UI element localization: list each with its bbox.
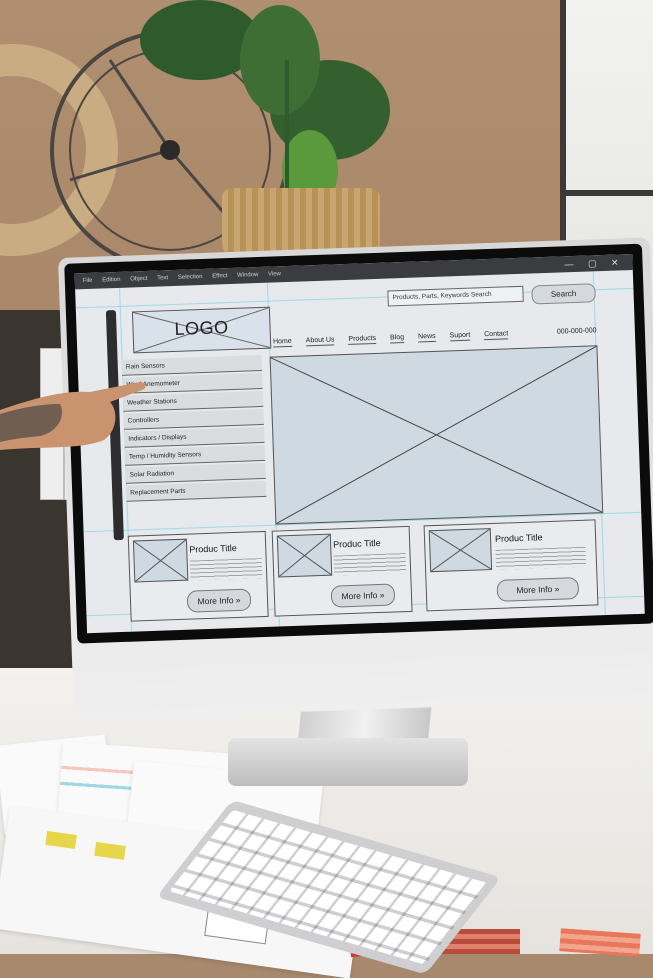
product-card: Produc Title More Info » [127,530,269,622]
logo-placeholder: LOGO [131,306,272,354]
sidebar-item-replacement-parts[interactable]: Replacement Parts [125,480,267,502]
product-description [333,553,407,576]
main-nav: Home About Us Products Blog News Suport Contac… [272,330,523,348]
search-button[interactable]: Search [531,283,596,305]
product-card: Produc Title More Info » [423,519,599,612]
product-title: Produc Title [189,542,237,555]
hero-image-placeholder [269,345,604,525]
phone-number: 000-000-000 [556,327,597,336]
menu-window[interactable]: Window [237,272,259,279]
pointing-hand [0,382,146,450]
product-image-placeholder [428,528,493,573]
plant-leaves [140,0,390,210]
product-title: Produc Title [332,537,381,550]
nav-news[interactable]: News [417,332,436,343]
monitor: File Edition Object Text Selection Effec… [58,237,653,720]
nav-suport[interactable]: Suport [449,331,471,342]
menu-view[interactable]: View [268,271,281,277]
screen: File Edition Object Text Selection Effec… [74,253,645,634]
nav-contact[interactable]: Contact [484,330,509,341]
monitor-bezel: File Edition Object Text Selection Effec… [64,243,653,644]
menu-object[interactable]: Object [130,276,148,283]
menu-text[interactable]: Text [157,275,168,281]
nav-blog[interactable]: Blog [389,333,405,344]
monitor-stand-base [228,738,468,786]
more-info-button[interactable]: More Info » [496,577,580,602]
search-input[interactable]: Products, Parts, Keywords Search [387,285,524,307]
product-title: Produc Title [494,532,543,544]
product-description [189,558,263,581]
product-image-placeholder [132,538,189,583]
nav-about-us[interactable]: About Us [305,336,335,347]
product-card: Produc Title More Info » [271,525,413,617]
more-info-button[interactable]: More Info » [330,583,396,608]
menu-file[interactable]: File [83,278,93,284]
nav-home[interactable]: Home [272,337,292,348]
nav-products[interactable]: Products [348,334,377,345]
more-info-button[interactable]: More Info » [186,588,252,613]
menu-effect[interactable]: Effect [212,273,227,280]
menu-selection[interactable]: Selection [178,274,203,281]
product-description [495,546,587,570]
product-image-placeholder [276,533,333,578]
window-controls[interactable]: — ▢ ✕ [564,257,624,270]
menu-edition[interactable]: Edition [102,277,121,284]
